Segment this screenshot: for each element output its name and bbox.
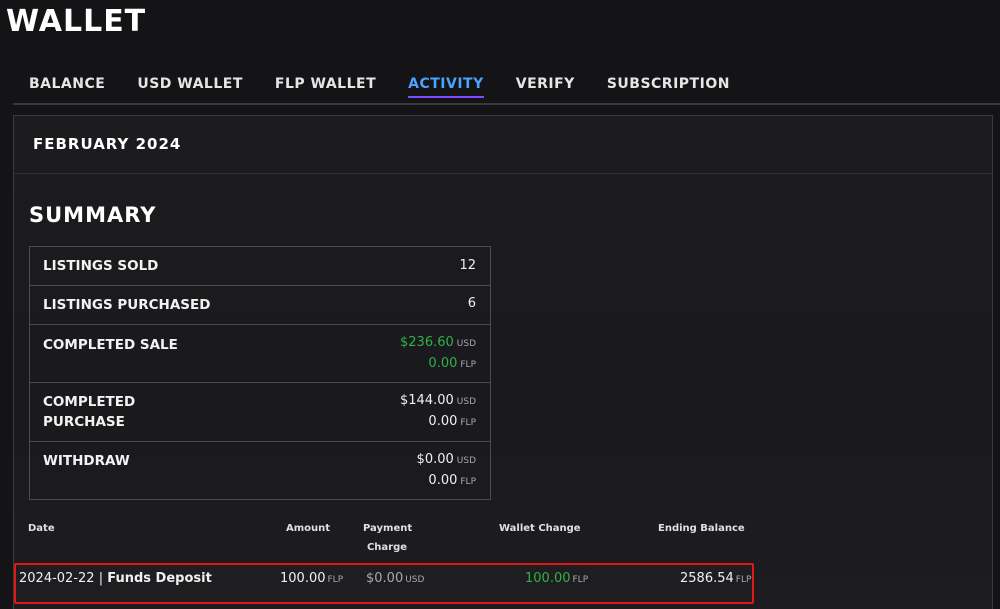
tx-amount: 100.00 FLP bbox=[280, 571, 343, 586]
col-header-date: Date bbox=[28, 523, 55, 534]
purchase-flp-value: 0.00 bbox=[428, 414, 458, 429]
flp-unit: FLP bbox=[735, 575, 752, 585]
sale-flp-value: 0.00 bbox=[428, 356, 458, 371]
listings-sold-count: 12 bbox=[459, 258, 476, 273]
withdraw-usd-value: $0.00 bbox=[416, 452, 454, 467]
tab-usd-wallet[interactable]: USD WALLET bbox=[121, 76, 259, 98]
payment-header-line2: Charge bbox=[366, 542, 408, 553]
tx-date-type: 2024-02-22 | Funds Deposit bbox=[19, 571, 212, 586]
col-header-amount: Amount bbox=[286, 523, 331, 534]
flp-unit: FLP bbox=[460, 477, 476, 487]
summary-label: LISTINGS PURCHASED bbox=[43, 297, 211, 313]
summary-title: SUMMARY bbox=[29, 203, 157, 227]
tx-ending-balance: 2586.54 FLP bbox=[680, 571, 751, 586]
tx-payment-charge: $0.00 USD bbox=[366, 571, 424, 586]
purchase-usd-value: $144.00 bbox=[400, 393, 454, 408]
flp-unit: FLP bbox=[327, 575, 344, 585]
tabs-divider bbox=[13, 103, 1000, 105]
col-header-wallet-change: Wallet Change bbox=[499, 523, 581, 534]
tx-wallet-change-value: 100.00 bbox=[525, 571, 571, 586]
summary-row-completed-purchase: COMPLETED PURCHASE $144.00 USD 0.00 FLP bbox=[30, 383, 490, 442]
flp-unit: FLP bbox=[572, 575, 589, 585]
tx-wallet-change: 100.00 FLP bbox=[525, 571, 588, 586]
tx-type: Funds Deposit bbox=[107, 571, 212, 586]
summary-row-listings-purchased: LISTINGS PURCHASED 6 bbox=[30, 286, 490, 325]
transaction-row[interactable]: 2024-02-22 | Funds Deposit 100.00 FLP $0.… bbox=[14, 563, 754, 604]
wallet-tabs: BALANCE USD WALLET FLP WALLET ACTIVITY V… bbox=[13, 76, 746, 98]
summary-values: $236.60 USD 0.00 FLP bbox=[400, 333, 476, 375]
summary-label: COMPLETED SALE bbox=[43, 337, 178, 353]
summary-value: 6 bbox=[468, 294, 476, 313]
summary-label-line1: COMPLETED bbox=[43, 394, 136, 410]
summary-label-line2: PURCHASE bbox=[43, 414, 125, 430]
summary-row-completed-sale: COMPLETED SALE $236.60 USD 0.00 FLP bbox=[30, 325, 490, 383]
listings-purchased-count: 6 bbox=[467, 296, 476, 311]
flp-unit: FLP bbox=[460, 418, 476, 428]
summary-values: $144.00 USD 0.00 FLP bbox=[400, 391, 476, 433]
summary-row-listings-sold: LISTINGS SOLD 12 bbox=[30, 247, 490, 286]
summary-row-withdraw: WITHDRAW $0.00 USD 0.00 FLP bbox=[30, 442, 490, 499]
summary-value: 12 bbox=[459, 256, 476, 275]
tab-subscription[interactable]: SUBSCRIPTION bbox=[591, 76, 746, 98]
summary-values: $0.00 USD 0.00 FLP bbox=[417, 450, 476, 492]
month-title: FEBRUARY 2024 bbox=[33, 135, 182, 153]
tab-verify[interactable]: VERIFY bbox=[500, 76, 591, 98]
summary-label: COMPLETED PURCHASE bbox=[43, 392, 135, 432]
page-title: WALLET bbox=[6, 4, 147, 39]
usd-unit: USD bbox=[456, 339, 476, 349]
tab-balance[interactable]: BALANCE bbox=[13, 76, 121, 98]
tx-separator: | bbox=[98, 571, 104, 586]
sale-usd-value: $236.60 bbox=[400, 335, 454, 350]
tab-flp-wallet[interactable]: FLP WALLET bbox=[259, 76, 392, 98]
payment-header-line1: Payment bbox=[363, 523, 413, 534]
usd-unit: USD bbox=[405, 575, 425, 585]
flp-unit: FLP bbox=[460, 360, 476, 370]
activity-panel: FEBRUARY 2024 SUMMARY LISTINGS SOLD 12 L… bbox=[13, 115, 993, 609]
tx-amount-value: 100.00 bbox=[280, 571, 326, 586]
month-header[interactable]: FEBRUARY 2024 bbox=[14, 116, 992, 174]
summary-table: LISTINGS SOLD 12 LISTINGS PURCHASED 6 CO… bbox=[29, 246, 491, 500]
tx-date: 2024-02-22 bbox=[19, 571, 95, 586]
summary-label: LISTINGS SOLD bbox=[43, 258, 159, 274]
tx-ending-balance-value: 2586.54 bbox=[680, 571, 734, 586]
col-header-payment-charge: Payment Charge bbox=[363, 519, 413, 557]
tab-activity[interactable]: ACTIVITY bbox=[392, 76, 500, 98]
summary-label: WITHDRAW bbox=[43, 453, 130, 469]
col-header-ending-balance: Ending Balance bbox=[658, 523, 745, 534]
withdraw-flp-value: 0.00 bbox=[428, 473, 458, 488]
tx-payment-value: $0.00 bbox=[366, 571, 404, 586]
usd-unit: USD bbox=[456, 397, 476, 407]
usd-unit: USD bbox=[456, 456, 476, 466]
